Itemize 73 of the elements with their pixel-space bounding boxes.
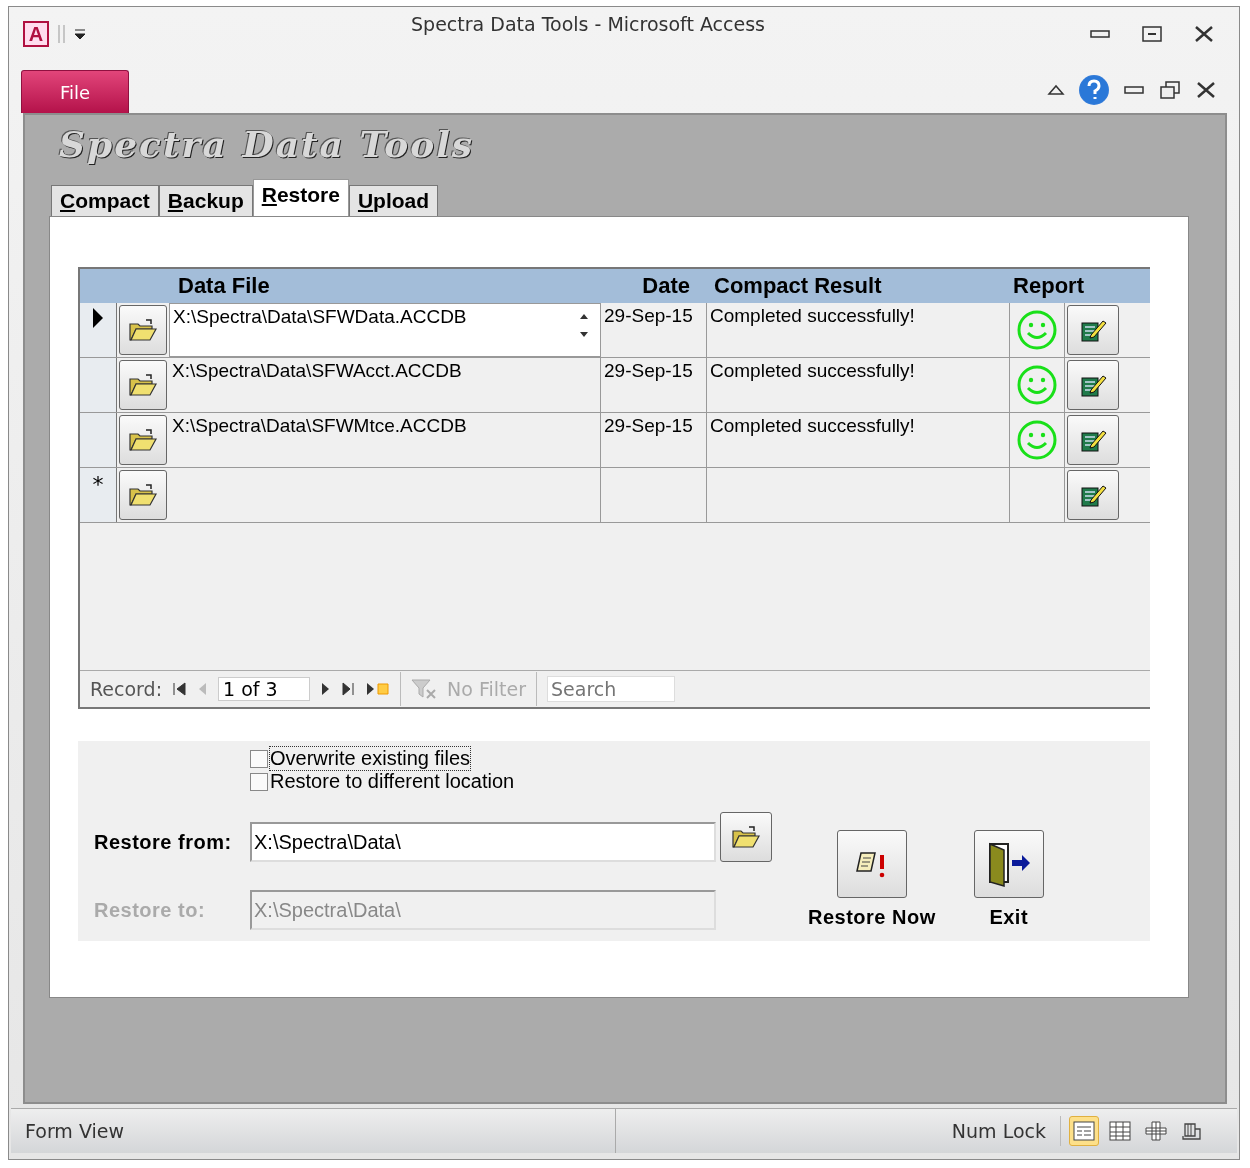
column-header: Data File: [177, 273, 271, 299]
minimize-icon[interactable]: [1123, 83, 1145, 97]
search-field[interactable]: Search: [547, 676, 675, 702]
smiley-icon: [1016, 309, 1058, 351]
button-label[interactable]: Exit: [989, 905, 1029, 929]
file-tab[interactable]: File: [21, 70, 129, 113]
smiley-icon: [1016, 364, 1058, 406]
window-title: Spectra Data Tools - Microsoft Access: [410, 13, 766, 35]
folder-icon: [128, 483, 158, 507]
pivot-table-icon: [1145, 1121, 1167, 1141]
field-label: Restore from:: [94, 830, 233, 854]
report-button[interactable]: [1067, 360, 1119, 410]
num-lock-indicator: Num Lock: [950, 1120, 1047, 1142]
dropdown-arrow-icon[interactable]: [73, 27, 87, 41]
close-icon[interactable]: [1193, 25, 1215, 43]
record-position-field[interactable]: 1 of 3: [218, 677, 311, 701]
new-record-icon[interactable]: [366, 682, 391, 696]
checkbox[interactable]: [250, 749, 268, 768]
folder-icon: [128, 318, 158, 342]
result-cell: Completed successfully!: [707, 303, 1010, 357]
result-cell: Completed successfully!: [707, 358, 1010, 412]
action-button[interactable]: [973, 829, 1044, 898]
new-record-marker: *: [80, 468, 117, 522]
report-button[interactable]: [1067, 470, 1119, 520]
checkbox[interactable]: [250, 772, 268, 791]
browse-button[interactable]: [119, 305, 167, 355]
report-button[interactable]: [1067, 415, 1119, 465]
view-status: Form View: [25, 1120, 124, 1142]
date-cell: 29-Sep-15: [601, 303, 707, 357]
browse-button[interactable]: [119, 360, 167, 410]
record-label: Record:: [90, 678, 163, 700]
browse-button[interactable]: [720, 811, 772, 862]
form-tab[interactable]: Backup: [158, 185, 253, 216]
folder-icon: [128, 373, 158, 397]
button-label[interactable]: Restore Now: [808, 905, 936, 929]
field-label: Restore to:: [94, 898, 207, 922]
column-header: Report: [1012, 273, 1085, 299]
maximize-icon[interactable]: [1141, 25, 1163, 43]
restore-window-icon[interactable]: [1159, 80, 1181, 100]
date-cell: 29-Sep-15: [601, 413, 707, 467]
datasheet-view-icon: [1109, 1121, 1131, 1141]
view-button[interactable]: [1069, 1116, 1099, 1146]
form-title: Spectra Data Tools: [59, 123, 476, 165]
browse-button[interactable]: [119, 415, 167, 465]
form-tab[interactable]: Restore: [252, 179, 349, 216]
folder-icon: [731, 824, 761, 849]
help-icon[interactable]: [1079, 75, 1109, 105]
form-tab[interactable]: Compact: [51, 185, 159, 216]
column-header: Date: [641, 273, 691, 299]
browse-button[interactable]: [119, 470, 167, 520]
current-record-icon: [92, 307, 104, 329]
data-file-cell: X:\Spectra\Data\SFWData.ACCDB: [169, 303, 601, 357]
result-cell: Completed successfully!: [707, 413, 1010, 467]
app-icon[interactable]: A: [23, 21, 49, 47]
close-icon[interactable]: [1195, 81, 1217, 99]
chevron-up-icon[interactable]: [1047, 83, 1065, 97]
data-file-cell: X:\Spectra\Data\SFWAcct.ACCDB: [169, 358, 601, 412]
checkbox-label[interactable]: Overwrite existing files: [270, 747, 471, 770]
layout-view-icon: [1181, 1121, 1203, 1141]
record-selector[interactable]: [80, 303, 117, 357]
last-record-icon[interactable]: [342, 682, 357, 696]
form-view-icon: [1073, 1121, 1095, 1141]
first-record-icon[interactable]: [172, 682, 187, 696]
form-tab[interactable]: Upload: [348, 185, 439, 216]
path-field[interactable]: X:\Spectra\Data\: [250, 822, 716, 863]
date-cell: 29-Sep-15: [601, 358, 707, 412]
separator-icon: [57, 23, 67, 45]
report-button[interactable]: [1067, 305, 1119, 355]
column-header: Compact Result: [713, 273, 883, 299]
smiley-icon: [1016, 419, 1058, 461]
checkbox-label[interactable]: Restore to different location: [270, 770, 515, 793]
folder-icon: [128, 428, 158, 452]
data-file-cell: X:\Spectra\Data\SFWMtce.ACCDB: [169, 413, 601, 467]
